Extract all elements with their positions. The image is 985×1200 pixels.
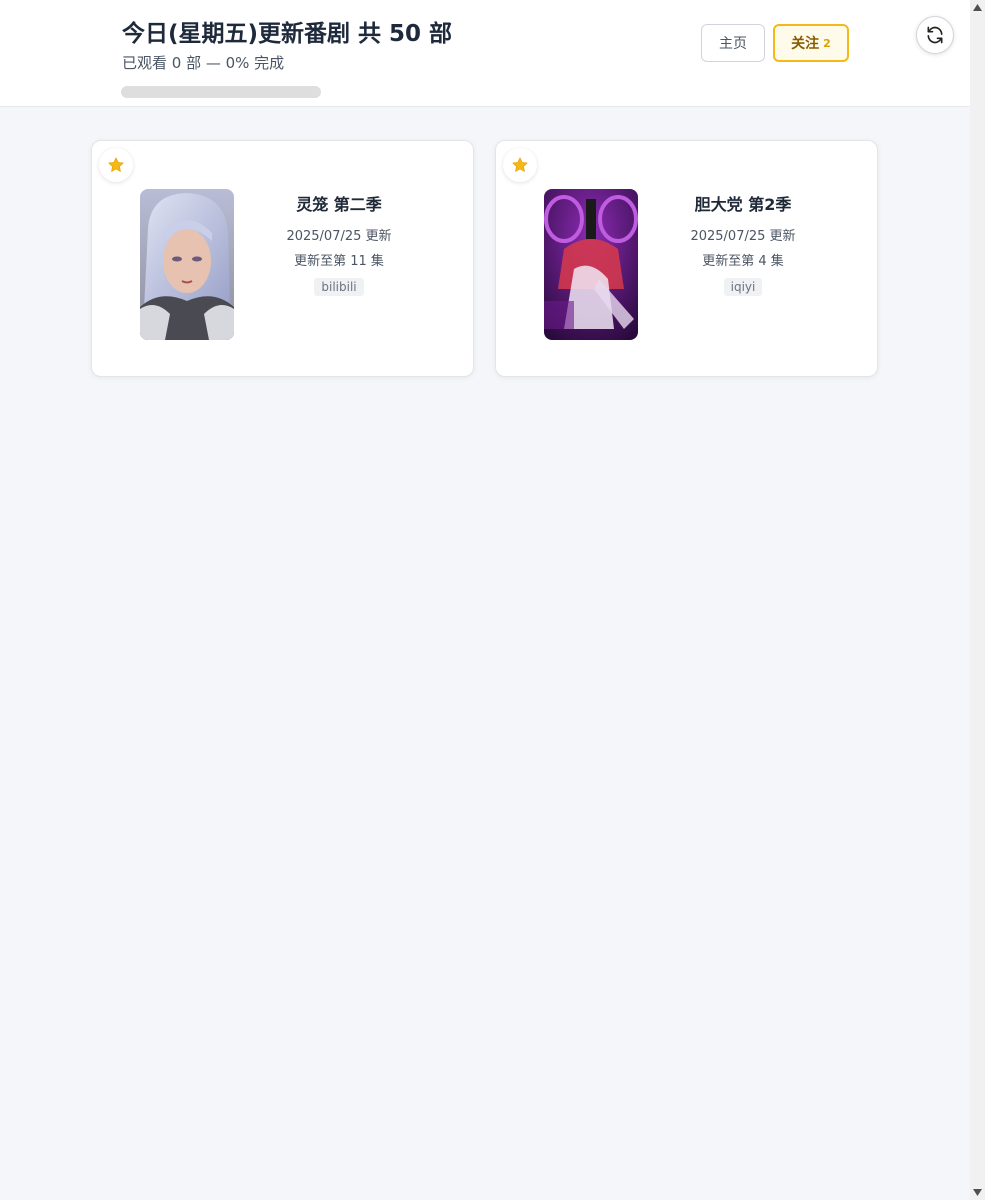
platform-tag[interactable]: bilibili	[314, 278, 364, 296]
progress-bar	[121, 86, 321, 98]
refresh-button[interactable]	[916, 16, 954, 54]
home-button[interactable]: 主页	[701, 24, 765, 62]
follow-button-label: 关注	[791, 36, 820, 52]
favorite-star-button[interactable]	[503, 148, 537, 182]
scroll-up-arrow-icon[interactable]	[970, 0, 985, 15]
follow-button[interactable]: 关注 2	[773, 24, 849, 62]
anime-card[interactable]: 灵笼 第二季 2025/07/25 更新 更新至第 11 集 bilibili	[91, 140, 474, 377]
follow-count-badge: 2	[823, 36, 831, 50]
star-icon	[512, 157, 528, 172]
home-button-label: 主页	[719, 36, 747, 52]
update-date: 2025/07/25 更新	[690, 229, 796, 244]
anime-info: 胆大党 第2季 2025/07/25 更新 更新至第 4 集 iqiyi	[671, 189, 815, 296]
star-icon	[108, 157, 124, 172]
watch-progress-text: 已观看 0 部 — 0% 完成	[122, 54, 285, 72]
page: 今日(星期五)更新番剧 共 50 部 已观看 0 部 — 0% 完成 主页 关注…	[0, 0, 970, 1200]
platform-tag[interactable]: iqiyi	[723, 278, 763, 296]
vertical-scrollbar[interactable]	[970, 0, 985, 1200]
anime-card[interactable]: 胆大党 第2季 2025/07/25 更新 更新至第 4 集 iqiyi	[495, 140, 878, 377]
scrollbar-thumb[interactable]	[972, 17, 983, 1183]
anime-title[interactable]: 灵笼 第二季	[267, 191, 411, 215]
anime-info: 灵笼 第二季 2025/07/25 更新 更新至第 11 集 bilibili	[267, 189, 411, 296]
header: 今日(星期五)更新番剧 共 50 部 已观看 0 部 — 0% 完成 主页 关注…	[0, 0, 970, 107]
poster-image[interactable]	[544, 189, 638, 340]
anime-title[interactable]: 胆大党 第2季	[671, 191, 815, 215]
episode-progress: 更新至第 11 集	[294, 254, 384, 269]
episode-progress: 更新至第 4 集	[702, 254, 784, 269]
poster-image[interactable]	[140, 189, 234, 340]
favorite-star-button[interactable]	[99, 148, 133, 182]
page-title: 今日(星期五)更新番剧 共 50 部	[122, 21, 453, 47]
scroll-down-arrow-icon[interactable]	[970, 1185, 985, 1200]
refresh-icon	[927, 26, 943, 44]
update-date: 2025/07/25 更新	[286, 229, 392, 244]
